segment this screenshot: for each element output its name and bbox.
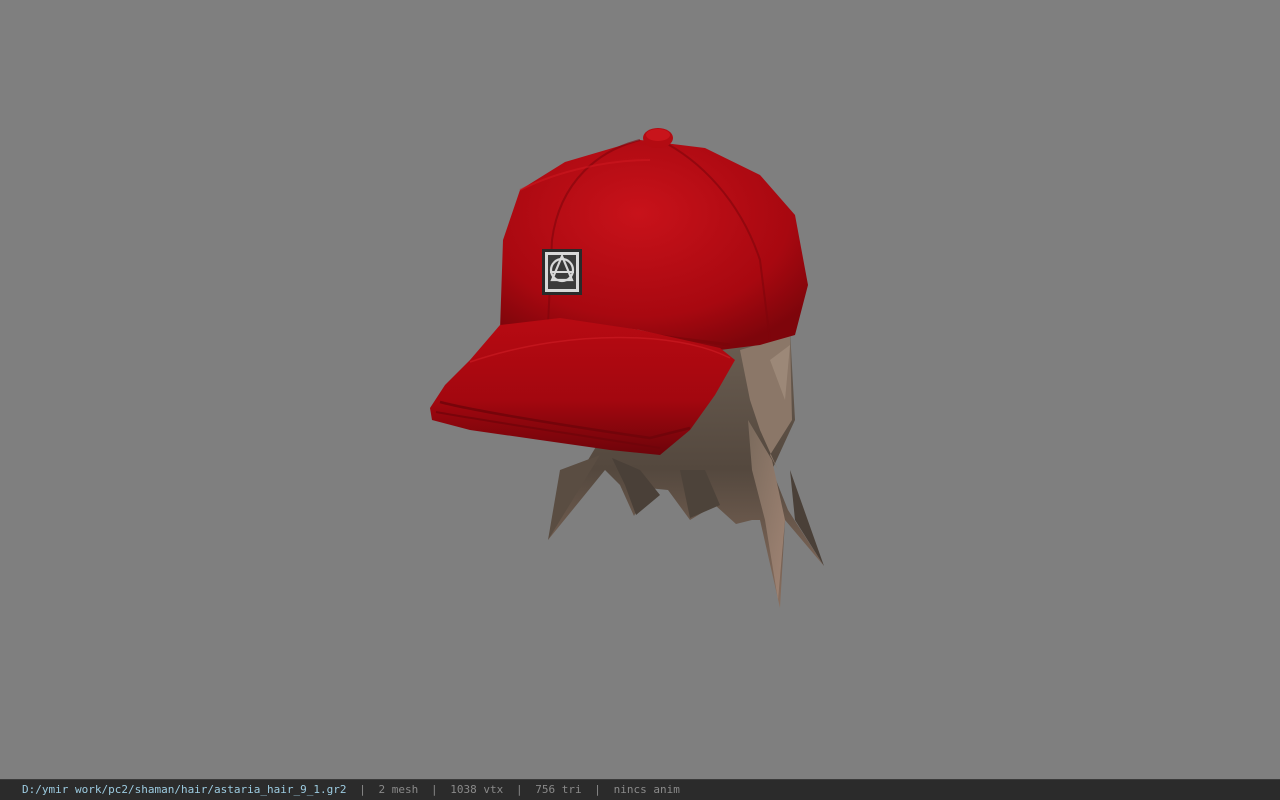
status-bar: D:/ymir work/pc2/shaman/hair/astaria_hai… xyxy=(0,779,1280,800)
triangle-count: 756 tri xyxy=(535,783,582,796)
separator: | xyxy=(515,783,523,796)
separator: | xyxy=(594,783,601,796)
3d-viewport[interactable] xyxy=(0,0,1280,779)
separator: | xyxy=(430,783,438,796)
mesh-count: 2 mesh xyxy=(378,783,419,796)
vertex-count: 1038 vtx xyxy=(450,783,504,796)
file-path: D:/ymir work/pc2/shaman/hair/astaria_hai… xyxy=(22,783,347,796)
logo-badge xyxy=(542,249,582,295)
cap-with-hair-model[interactable] xyxy=(0,0,1280,779)
animation-status: nincs anim xyxy=(613,783,680,796)
separator: | xyxy=(359,783,366,796)
